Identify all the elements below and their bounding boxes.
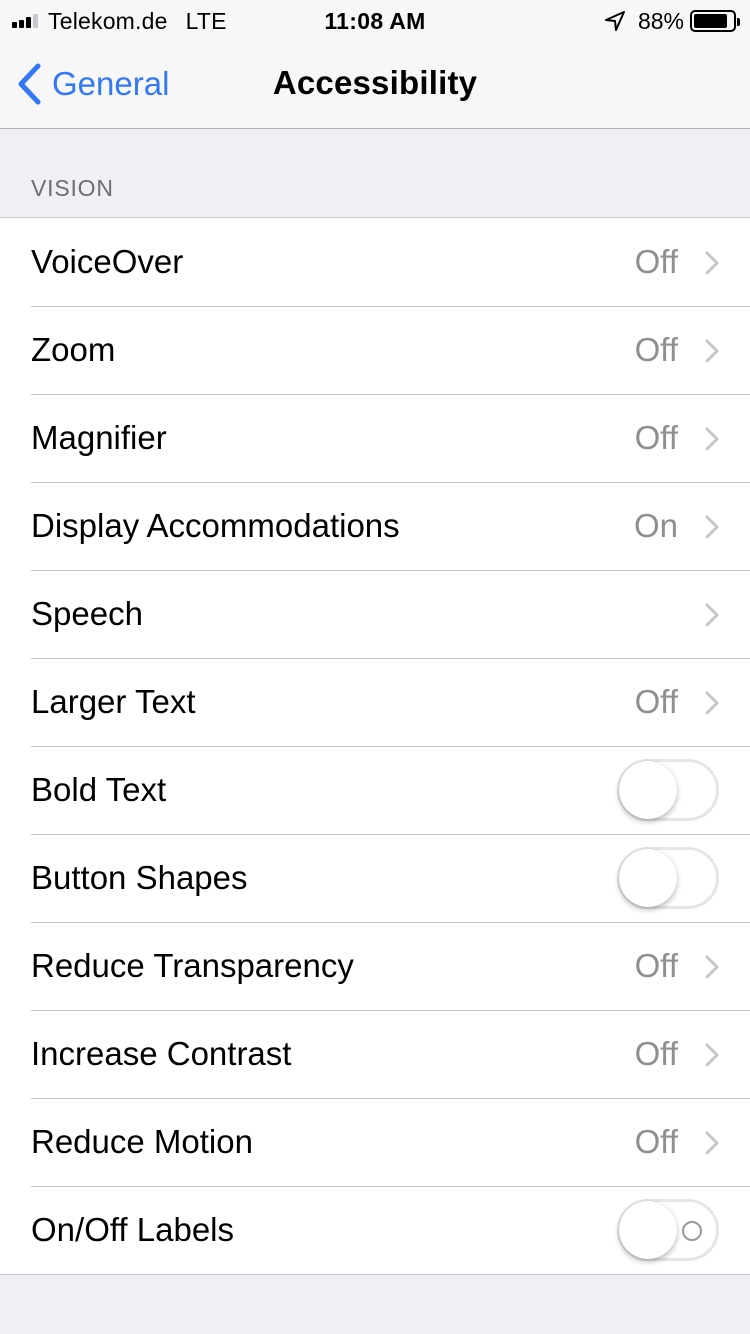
settings-row-speech[interactable]: Speech bbox=[0, 570, 750, 658]
settings-row-bold-text: Bold Text bbox=[0, 746, 750, 834]
chevron-right-icon bbox=[705, 955, 719, 979]
row-label: Speech bbox=[31, 595, 143, 632]
toggle-knob bbox=[619, 1201, 677, 1259]
settings-list: VoiceOver Off Zoom Off Magnifier Off Display A… bbox=[0, 217, 750, 1275]
row-label: Larger Text bbox=[31, 683, 196, 720]
toggle-knob bbox=[619, 849, 677, 907]
row-label: Magnifier bbox=[31, 419, 167, 456]
row-label: On/Off Labels bbox=[31, 1211, 235, 1248]
settings-row-magnifier[interactable]: Magnifier Off bbox=[0, 394, 750, 482]
battery-icon bbox=[690, 10, 740, 32]
row-value: Off bbox=[634, 243, 678, 280]
toggle-switch-on-off-labels[interactable] bbox=[617, 1199, 719, 1261]
row-label: Bold Text bbox=[31, 771, 167, 808]
status-bar: Telekom.de LTE 11:08 AM 88% bbox=[0, 0, 750, 40]
row-label: Display Accommodations bbox=[31, 507, 400, 544]
row-label: Increase Contrast bbox=[31, 1035, 292, 1072]
chevron-right-icon bbox=[705, 1131, 719, 1155]
settings-row-zoom[interactable]: Zoom Off bbox=[0, 306, 750, 394]
row-value: On bbox=[633, 507, 678, 544]
status-right: 88% bbox=[604, 7, 740, 34]
toggle-switch-button-shapes[interactable] bbox=[617, 847, 719, 909]
chevron-right-icon bbox=[705, 427, 719, 451]
row-label: Zoom bbox=[31, 331, 116, 368]
settings-row-reduce-motion[interactable]: Reduce Motion Off bbox=[0, 1098, 750, 1186]
row-label: Button Shapes bbox=[31, 859, 248, 896]
battery-fill bbox=[694, 14, 728, 28]
settings-row-voiceover[interactable]: VoiceOver Off bbox=[0, 218, 750, 306]
chevron-right-icon bbox=[705, 515, 719, 539]
row-label: Reduce Transparency bbox=[31, 947, 354, 984]
section-header-vision: VISION bbox=[31, 175, 114, 201]
settings-row-display-accommodations[interactable]: Display Accommodations On bbox=[0, 482, 750, 570]
chevron-right-icon bbox=[705, 1043, 719, 1067]
settings-row-larger-text[interactable]: Larger Text Off bbox=[0, 658, 750, 746]
settings-row-reduce-transparency[interactable]: Reduce Transparency Off bbox=[0, 922, 750, 1010]
chevron-right-icon bbox=[705, 691, 719, 715]
row-label: Reduce Motion bbox=[31, 1123, 253, 1160]
settings-row-on-off-labels: On/Off Labels bbox=[0, 1186, 750, 1274]
chevron-right-icon bbox=[705, 339, 719, 363]
row-label: VoiceOver bbox=[31, 243, 184, 280]
page-title: Accessibility bbox=[272, 64, 478, 101]
row-value: Off bbox=[634, 331, 678, 368]
row-value: Off bbox=[634, 1123, 678, 1160]
navigation-bar: General Accessibility bbox=[0, 40, 750, 129]
chevron-right-icon bbox=[705, 603, 719, 627]
row-value: Off bbox=[634, 947, 678, 984]
location-icon bbox=[604, 11, 625, 31]
row-value: Off bbox=[634, 683, 678, 720]
off-label-circle-icon bbox=[682, 1221, 702, 1241]
row-value: Off bbox=[634, 1035, 678, 1072]
settings-row-button-shapes: Button Shapes bbox=[0, 834, 750, 922]
chevron-right-icon bbox=[705, 251, 719, 275]
toggle-switch-bold-text[interactable] bbox=[617, 759, 719, 821]
battery-percent: 88% bbox=[637, 7, 684, 34]
settings-row-increase-contrast[interactable]: Increase Contrast Off bbox=[0, 1010, 750, 1098]
row-value: Off bbox=[634, 419, 678, 456]
toggle-knob bbox=[619, 761, 677, 819]
